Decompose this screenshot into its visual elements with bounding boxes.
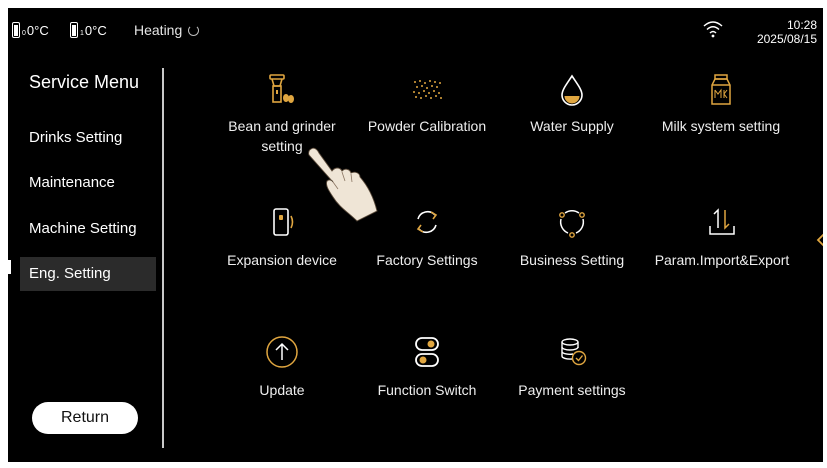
tile-param-import-export-label: Param.Import&Export [654, 252, 790, 268]
tank-2-temperature: 1 0°C [70, 21, 107, 39]
sidebar-title: Service Menu [29, 72, 140, 92]
tile-expansion-device-label: Expansion device [227, 252, 337, 268]
tile-milk-system[interactable]: Milk system setting [646, 72, 796, 142]
sidebar-item-drinks-setting[interactable]: Drinks Setting [20, 121, 156, 155]
screen: 0 0°C 1 0°C Heating 10:28 2025/08/15 Ser… [8, 8, 823, 462]
tile-powder-calibration-label: Powder Calibration [367, 118, 487, 134]
tile-update-label: Update [259, 382, 305, 398]
tile-business-setting-label: Business Setting [519, 252, 625, 268]
wifi-icon [703, 21, 723, 38]
tile-function-switch[interactable]: Function Switch [357, 334, 497, 404]
tank-1-temp-value: 0°C [26, 22, 49, 38]
clock: 10:28 2025/08/15 [741, 18, 817, 46]
tile-water-supply-label: Water Supply [530, 118, 614, 134]
tile-milk-system-label: Milk system setting [661, 118, 781, 134]
tile-powder-calibration[interactable]: Powder Calibration [357, 72, 497, 142]
tile-update[interactable]: Update [212, 334, 352, 404]
bean-grinder-icon [269, 74, 294, 103]
tile-payment-settings-label: Payment settings [518, 382, 626, 398]
powder-icon [413, 80, 442, 99]
sidebar-item-machine-setting[interactable]: Machine Setting [20, 212, 156, 246]
loading-spinner-icon [188, 24, 200, 36]
toggle-switch-icon [415, 337, 439, 367]
tank-2-temp-value: 0°C [84, 22, 107, 38]
tile-function-switch-label: Function Switch [377, 382, 477, 398]
import-export-icon [709, 208, 735, 235]
factory-reset-icon [416, 211, 438, 233]
active-item-marker [8, 260, 11, 274]
clock-date: 2025/08/15 [756, 32, 817, 46]
water-drop-icon [561, 74, 583, 106]
tile-business-setting[interactable]: Business Setting [502, 204, 642, 274]
status-bar: 0 0°C 1 0°C Heating 10:28 2025/08/15 [8, 8, 823, 56]
payment-coins-icon [561, 338, 587, 366]
pointing-hand-icon [308, 147, 378, 222]
tile-param-import-export[interactable]: Param.Import&Export [642, 204, 802, 274]
heating-label: Heating [134, 22, 183, 38]
sidebar-divider [162, 68, 164, 448]
heating-status: Heating [134, 22, 200, 38]
tile-water-supply[interactable]: Water Supply [502, 72, 642, 142]
update-arrow-icon [266, 336, 298, 368]
clock-time: 10:28 [786, 18, 817, 32]
business-cycle-icon [559, 210, 585, 238]
expansion-device-icon [273, 208, 294, 236]
sidebar-item-eng-setting[interactable]: Eng. Setting [20, 257, 156, 291]
chevron-left-icon[interactable] [816, 232, 823, 248]
tank-2-icon [70, 22, 78, 38]
return-button[interactable]: Return [32, 402, 138, 434]
sidebar-item-maintenance[interactable]: Maintenance [20, 166, 156, 200]
tile-factory-settings-label: Factory Settings [376, 252, 478, 268]
milk-carton-icon [711, 74, 731, 105]
tile-payment-settings[interactable]: Payment settings [502, 334, 642, 404]
tank-1-temperature: 0 0°C [12, 21, 49, 39]
tank-1-icon [12, 22, 20, 38]
sidebar: Service Menu Drinks Setting Maintenance … [8, 66, 164, 460]
